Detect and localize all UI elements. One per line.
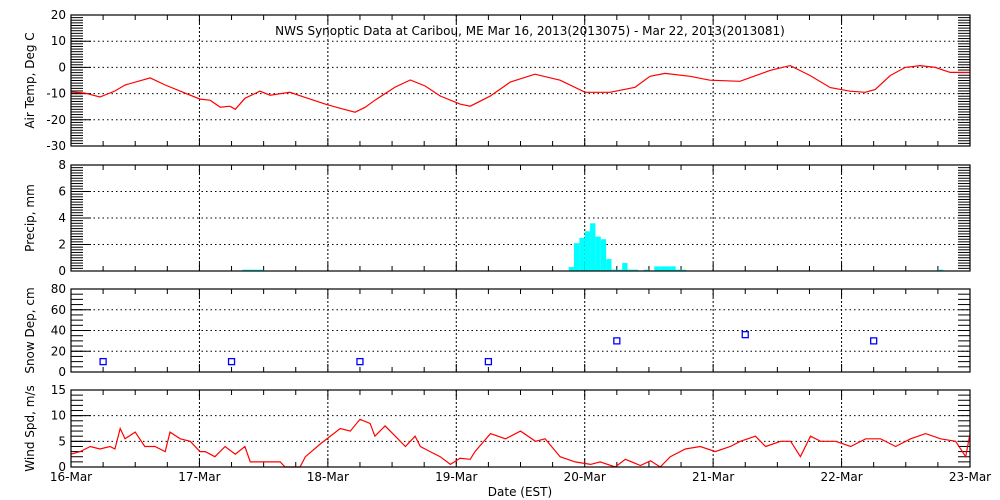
wind-speed-ylabel: Wind Spd, m/s — [23, 385, 37, 471]
x-tick-label: 22-Mar — [820, 470, 862, 484]
precip-y-tick-label: 4 — [58, 211, 66, 225]
precip-y-tick-label: 0 — [58, 264, 66, 278]
air-temp-series-line — [70, 64, 970, 113]
precip-bar — [595, 236, 601, 271]
precip-frame — [70, 164, 971, 272]
precip-bar — [574, 243, 580, 271]
snow-depth-point — [99, 357, 107, 366]
air-temp-ylabel: Air Temp, Deg C — [23, 32, 37, 128]
precip-bar — [584, 231, 591, 271]
snow-depth-frame — [70, 288, 971, 373]
snow-depth-y-tick-label: 60 — [51, 303, 66, 317]
precip-bar — [664, 266, 671, 271]
x-tick-label: 16-Mar — [50, 470, 92, 484]
snow-depth-y-tick-label: 20 — [51, 344, 66, 358]
precip-bar — [670, 266, 676, 271]
snow-depth-point — [356, 357, 364, 366]
wind-speed-y-tick-label: 5 — [58, 434, 66, 448]
nws-synoptic-chart: NWS Synoptic Data at Caribou, ME Mar 16,… — [0, 0, 1000, 500]
precip-bar — [600, 239, 607, 271]
wind-speed-y-tick-label: 15 — [51, 383, 66, 397]
x-tick-label: 21-Mar — [692, 470, 734, 484]
air-temp-y-tick-label: -30 — [46, 139, 66, 153]
snow-depth-y-tick-label: 80 — [51, 282, 66, 296]
precip-bar — [659, 266, 665, 271]
precip-bar — [654, 266, 660, 271]
precip-bar — [590, 223, 596, 271]
air-temp-y-tick-label: -10 — [46, 87, 66, 101]
snow-depth-point — [741, 330, 749, 339]
snow-depth-ylabel: Snow Dep, cm — [23, 287, 37, 373]
x-tick-label: 17-Mar — [178, 470, 220, 484]
precip-ylabel: Precip, mm — [23, 184, 37, 252]
x-tick-label: 23-Mar — [949, 470, 991, 484]
snow-depth-point — [613, 337, 621, 345]
x-axis-label: Date (EST) — [488, 485, 552, 499]
air-temp-y-tick-label: 0 — [58, 60, 66, 74]
snow-depth-y-tick-label: 0 — [58, 365, 66, 379]
precip-bar — [606, 259, 612, 271]
snow-depth-point — [870, 337, 878, 345]
air-temp-y-tick-label: 20 — [51, 8, 66, 22]
snow-depth-y-tick-label: 40 — [51, 324, 66, 338]
air-temp-y-tick-label: 10 — [51, 34, 66, 48]
x-tick-label: 19-Mar — [435, 470, 477, 484]
snow-depth-point — [227, 357, 236, 366]
precip-bar — [579, 237, 585, 271]
precip-y-tick-label: 8 — [58, 158, 66, 172]
precip-y-tick-label: 2 — [58, 238, 66, 252]
wind-speed-series-line — [70, 418, 971, 468]
chart-canvas: NWS Synoptic Data at Caribou, ME Mar 16,… — [23, 8, 991, 499]
wind-speed-frame — [70, 389, 971, 468]
wind-speed-y-tick-label: 10 — [51, 409, 66, 423]
air-temp-y-tick-label: -20 — [46, 113, 66, 127]
x-tick-label: 20-Mar — [564, 470, 606, 484]
snow-depth-point — [484, 357, 493, 366]
precip-y-tick-label: 6 — [58, 185, 66, 199]
chart-title: NWS Synoptic Data at Caribou, ME Mar 16,… — [275, 24, 785, 38]
precip-bar — [622, 263, 628, 271]
x-tick-label: 18-Mar — [307, 470, 349, 484]
